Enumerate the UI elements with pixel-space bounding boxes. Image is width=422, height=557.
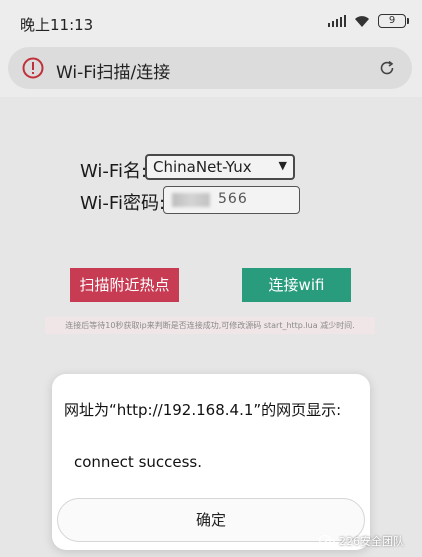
battery-icon: 9 (378, 14, 409, 28)
battery-level: 9 (388, 15, 396, 26)
wechat-icon (319, 534, 335, 548)
scan-hotspots-button[interactable]: 扫描附近热点 (70, 268, 179, 302)
dialog-title: 网址为“http://192.168.4.1”的网页显示: (64, 401, 342, 419)
ssid-label: Wi-Fi名: (80, 161, 148, 182)
password-label: Wi-Fi密码: (80, 193, 166, 214)
alert-icon[interactable] (22, 57, 44, 79)
ssid-select[interactable]: ChinaNet-Yux ▼ (145, 154, 295, 180)
status-time: 晚上11:13 (20, 16, 94, 34)
status-bar: 晚上11:13 9 (0, 0, 422, 40)
alert-dialog: 网址为“http://192.168.4.1”的网页显示: connect su… (52, 374, 370, 550)
status-icons: 9 (328, 14, 409, 28)
password-blur (172, 193, 210, 207)
hint-text: 连接后等待10秒获取ip来判断是否连接成功,可修改源码 start_http.l… (45, 317, 375, 334)
ssid-value: ChinaNet-Yux (153, 158, 252, 176)
watermark: 226安全团队 (319, 533, 404, 549)
wifi-icon (355, 15, 369, 27)
chevron-down-icon: ▼ (278, 159, 287, 172)
connect-wifi-button[interactable]: 连接wifi (242, 268, 351, 302)
password-value: 566 (218, 191, 248, 207)
signal-icon (328, 15, 346, 27)
address-bar[interactable]: Wi-Fi扫描/连接 (8, 47, 412, 89)
password-input[interactable]: 566 (163, 186, 300, 214)
watermark-text: 226安全团队 (339, 535, 404, 548)
page-title[interactable]: Wi-Fi扫描/连接 (56, 58, 170, 83)
reload-icon[interactable] (378, 59, 396, 77)
dialog-message: connect success. (74, 453, 203, 471)
